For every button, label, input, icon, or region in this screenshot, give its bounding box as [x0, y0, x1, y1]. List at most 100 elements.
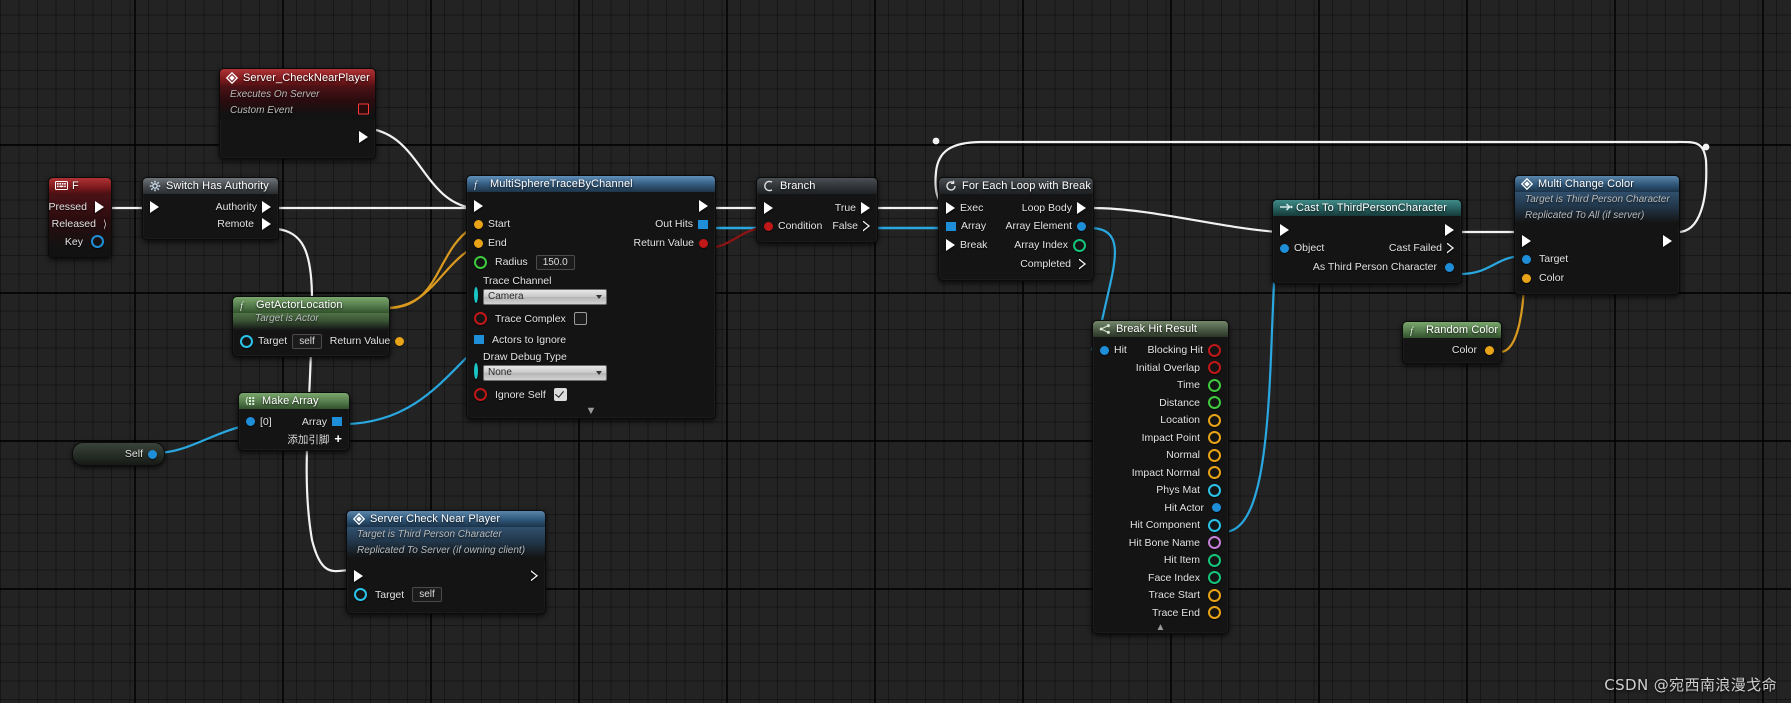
pin-label-authority: Authority: [215, 200, 257, 213]
start-input-pin[interactable]: [474, 219, 483, 229]
node-for-each-loop-with-break[interactable]: For Each Loop with Break Exec Loop Body: [938, 177, 1094, 281]
node-switch-has-authority[interactable]: Switch Has Authority Authority Remote: [142, 177, 279, 240]
exec-output-pin-cast-failed[interactable]: [1447, 243, 1454, 254]
trace-start-output-pin[interactable]: [1208, 588, 1221, 602]
trace-complex-checkbox[interactable]: [573, 312, 587, 325]
node-multi-change-color[interactable]: Multi Change Color Target is Third Perso…: [1514, 175, 1680, 295]
hit-component-output-pin[interactable]: [1208, 518, 1221, 532]
exec-output-pin[interactable]: [1663, 234, 1672, 247]
exec-input-pin[interactable]: [474, 199, 483, 212]
face-index-output-pin[interactable]: [1208, 571, 1221, 585]
node-server-check-near-player-event[interactable]: Server_CheckNearPlayer Executes On Serve…: [219, 68, 376, 159]
array-index-output-pin[interactable]: [1073, 238, 1086, 252]
hit-actor-output-pin[interactable]: [1212, 503, 1221, 513]
location-output-pin[interactable]: [1208, 413, 1221, 427]
node-title: Random Color: [1426, 324, 1499, 336]
phys-mat-output-pin[interactable]: [1208, 483, 1221, 497]
target-value-field[interactable]: self: [292, 333, 322, 349]
exec-input-pin[interactable]: [150, 200, 159, 213]
draw-debug-type-dropdown[interactable]: None: [483, 364, 607, 381]
pin-label-completed: Completed: [1020, 258, 1071, 270]
node-f-key-event[interactable]: F Pressed Released Key: [48, 177, 112, 258]
ignore-self-checkbox[interactable]: [553, 388, 567, 401]
node-break-hit-result[interactable]: Break Hit Result Hit Blocking Hit Initia…: [1092, 320, 1229, 634]
pin-label-cast-failed: Cast Failed: [1388, 242, 1442, 254]
exec-output-pin[interactable]: [1445, 223, 1454, 236]
target-value-field[interactable]: self: [412, 587, 442, 602]
pin-label-target: Target: [258, 335, 288, 348]
exec-input-pin[interactable]: [1522, 234, 1531, 247]
impact-normal-output-pin[interactable]: [1208, 466, 1221, 480]
ignore-self-input-pin[interactable]: [474, 388, 487, 401]
exec-output-pin-authority[interactable]: [262, 200, 271, 213]
node-server-check-near-player-call[interactable]: Server Check Near Player Target is Third…: [346, 510, 546, 614]
return-value-output-pin[interactable]: [699, 238, 708, 248]
array-element-output-pin[interactable]: [1077, 221, 1086, 231]
normal-output-pin[interactable]: [1208, 448, 1221, 462]
return-value-output-pin[interactable]: [395, 336, 405, 346]
array-input-pin[interactable]: [946, 221, 956, 231]
pin-label-initial-overlap: Initial Overlap: [1135, 361, 1200, 374]
end-input-pin[interactable]: [474, 238, 483, 248]
key-output-pin[interactable]: [91, 235, 104, 249]
radius-input-pin[interactable]: [474, 255, 487, 269]
cast-icon: [1279, 202, 1293, 214]
exec-input-pin[interactable]: [354, 569, 363, 582]
node-get-actor-location[interactable]: f GetActorLocation Target is Actor Targe…: [232, 296, 405, 357]
array-element-0-input-pin[interactable]: [246, 417, 255, 427]
array-output-pin[interactable]: [332, 417, 342, 427]
as-third-person-character-output-pin[interactable]: [1445, 262, 1454, 272]
add-pin-button[interactable]: 添加引脚 +: [239, 431, 349, 447]
out-hits-output-pin[interactable]: [698, 219, 708, 229]
exec-output-pin-false[interactable]: [863, 221, 870, 232]
self-output-pin[interactable]: [148, 449, 157, 459]
color-input-pin[interactable]: [1522, 273, 1531, 283]
condition-input-pin[interactable]: [764, 221, 773, 231]
exec-output-pin[interactable]: [531, 570, 538, 581]
node-multi-sphere-trace-by-channel[interactable]: f MultiSphereTraceByChannel Start Out Hi…: [466, 175, 716, 419]
exec-output-pin-loop-body[interactable]: [1077, 201, 1086, 214]
exec-input-pin[interactable]: [946, 201, 955, 214]
trace-complex-input-pin[interactable]: [474, 312, 487, 325]
object-input-pin[interactable]: [1280, 243, 1289, 253]
exec-input-pin-break[interactable]: [946, 239, 955, 251]
initial-overlap-output-pin[interactable]: [1208, 361, 1221, 375]
node-title: Make Array: [262, 395, 319, 407]
blueprint-graph-canvas[interactable]: Server_CheckNearPlayer Executes On Serve…: [0, 0, 1791, 703]
time-output-pin[interactable]: [1208, 378, 1221, 392]
node-random-color[interactable]: f Random Color Color: [1402, 321, 1502, 364]
trace-channel-input-pin[interactable]: [474, 286, 478, 303]
hit-item-output-pin[interactable]: [1208, 553, 1221, 567]
target-input-pin[interactable]: [354, 588, 367, 601]
node-make-array[interactable]: Make Array [0] Array 添加引脚 +: [238, 392, 350, 451]
trace-end-output-pin[interactable]: [1208, 606, 1221, 620]
diamond-event-icon: [225, 71, 239, 85]
node-self[interactable]: Self: [72, 442, 165, 466]
exec-output-pin-remote[interactable]: [262, 218, 271, 231]
radius-value-field[interactable]: 150.0: [535, 254, 575, 270]
exec-output-pin-pressed[interactable]: [95, 200, 104, 213]
trace-channel-dropdown[interactable]: Camera: [483, 288, 607, 305]
expand-node-chevron-down-icon[interactable]: ▼: [467, 405, 715, 416]
pin-label-hit-component: Hit Component: [1129, 519, 1200, 532]
target-input-pin[interactable]: [240, 334, 253, 348]
actors-to-ignore-input-pin[interactable]: [474, 335, 484, 344]
impact-point-output-pin[interactable]: [1208, 431, 1221, 445]
exec-input-pin[interactable]: [1280, 223, 1289, 236]
draw-debug-type-input-pin[interactable]: [474, 362, 478, 379]
hit-bone-name-output-pin[interactable]: [1208, 536, 1221, 550]
collapse-node-chevron-up-icon[interactable]: ▲: [1093, 622, 1228, 632]
target-input-pin[interactable]: [1522, 254, 1531, 264]
color-output-pin[interactable]: [1485, 345, 1494, 355]
exec-output-pin-completed[interactable]: [1079, 259, 1086, 270]
chevron-down-icon: [596, 294, 602, 299]
distance-output-pin[interactable]: [1208, 396, 1221, 410]
node-branch[interactable]: Branch True Condition False: [756, 177, 878, 243]
exec-output-pin-true[interactable]: [861, 201, 870, 214]
hit-input-pin[interactable]: [1100, 345, 1109, 355]
exec-input-pin[interactable]: [764, 201, 773, 214]
exec-output-pin[interactable]: [699, 199, 708, 212]
exec-output-pin[interactable]: [359, 131, 368, 143]
node-cast-to-third-person-character[interactable]: Cast To ThirdPersonCharacter Object Cast…: [1272, 199, 1462, 284]
blocking-hit-output-pin[interactable]: [1208, 343, 1221, 357]
